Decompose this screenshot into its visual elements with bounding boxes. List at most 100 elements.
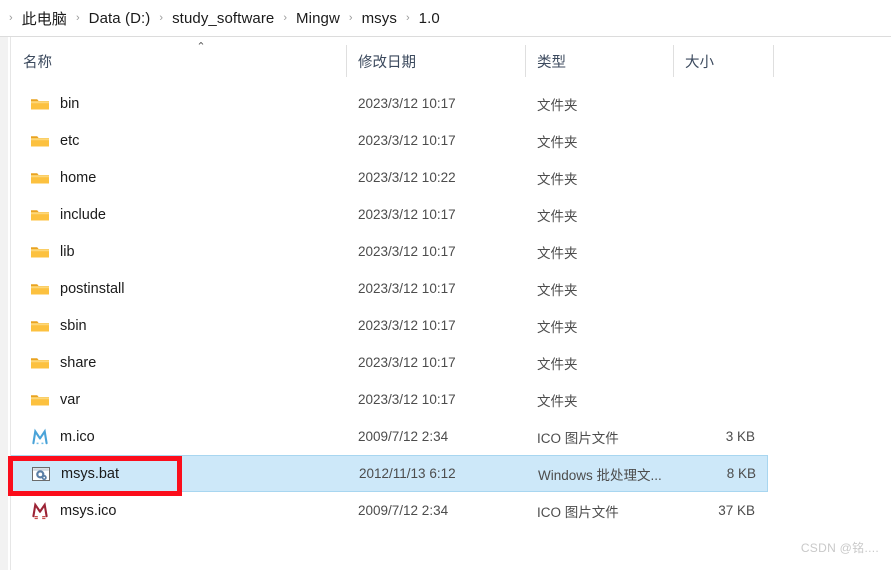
breadcrumb-separator[interactable]: ›	[69, 12, 87, 24]
bat-file-icon	[31, 464, 51, 484]
table-row[interactable]: msys.bat 2012/11/13 6:12 Windows 批处理文... 8 …	[11, 455, 768, 492]
cell-name[interactable]: etc	[11, 131, 346, 151]
breadcrumb-item-1[interactable]: Data (D:)	[87, 8, 153, 29]
folder-icon	[30, 205, 50, 225]
cell-type: 文件夹	[537, 134, 578, 150]
file-name-label: var	[60, 391, 81, 408]
breadcrumb-separator: ›	[9, 11, 13, 24]
table-row[interactable]: msys.ico 2009/7/12 2:34 ICO 图片文件 37 KB	[11, 492, 768, 529]
table-row[interactable]: var 2023/3/12 10:17 文件夹	[11, 381, 768, 418]
column-header-name[interactable]: 名称	[11, 37, 346, 85]
cell-date-modified: 2023/3/12 10:17	[358, 207, 456, 222]
column-header-type-label: 类型	[537, 54, 566, 71]
watermark: CSDN @铭....	[800, 541, 879, 555]
folder-icon	[30, 94, 50, 114]
file-list: bin 2023/3/12 10:17 文件夹 etc 2023/3/12 10:17 文…	[11, 85, 891, 529]
table-row[interactable]: sbin 2023/3/12 10:17 文件夹	[11, 307, 768, 344]
breadcrumb-item-4[interactable]: msys	[360, 8, 399, 29]
cell-name[interactable]: sbin	[11, 316, 346, 336]
cell-size: 37 KB	[718, 503, 755, 518]
column-divider-4[interactable]	[773, 45, 774, 77]
cell-type: 文件夹	[537, 171, 578, 187]
table-row[interactable]: postinstall 2023/3/12 10:17 文件夹	[11, 270, 768, 307]
cell-date-modified: 2009/7/12 2:34	[358, 503, 449, 518]
folder-icon	[30, 390, 50, 410]
cell-name[interactable]: msys.ico	[11, 501, 346, 521]
cell-name[interactable]: var	[11, 390, 346, 410]
file-name-label: include	[60, 206, 106, 223]
breadcrumb-item-5[interactable]: 1.0	[417, 8, 442, 29]
breadcrumb-separator[interactable]: ›	[152, 12, 170, 24]
cell-type: 文件夹	[537, 97, 578, 113]
breadcrumb-item-2[interactable]: study_software	[170, 8, 276, 29]
left-rail	[0, 37, 8, 570]
file-name-label: msys.ico	[60, 502, 117, 519]
table-row[interactable]: etc 2023/3/12 10:17 文件夹	[11, 122, 768, 159]
breadcrumb-item-3[interactable]: Mingw	[294, 8, 342, 29]
breadcrumb-item-0[interactable]: 此电脑	[20, 6, 69, 31]
file-name-label: msys.bat	[61, 465, 120, 482]
cell-type: 文件夹	[537, 319, 578, 335]
cell-type: 文件夹	[537, 356, 578, 372]
column-header-name-label: 名称	[23, 54, 52, 71]
cell-name[interactable]: msys.bat	[12, 464, 347, 484]
cell-size: 3 KB	[725, 429, 755, 444]
file-name-label: home	[60, 169, 97, 186]
cell-date-modified: 2023/3/12 10:17	[358, 355, 456, 370]
breadcrumb-separator[interactable]: ›	[399, 12, 417, 24]
cell-date-modified: 2023/3/12 10:17	[358, 244, 456, 259]
ico-blue-m-icon	[30, 427, 50, 447]
table-row[interactable]: lib 2023/3/12 10:17 文件夹	[11, 233, 768, 270]
cell-name[interactable]: postinstall	[11, 279, 346, 299]
column-header-size[interactable]: 大小	[673, 37, 773, 85]
table-row[interactable]: include 2023/3/12 10:17 文件夹	[11, 196, 768, 233]
cell-name[interactable]: share	[11, 353, 346, 373]
file-name-label: etc	[60, 132, 80, 149]
cell-name[interactable]: lib	[11, 242, 346, 262]
cell-type: 文件夹	[537, 282, 578, 298]
cell-type: ICO 图片文件	[537, 504, 619, 520]
cell-name[interactable]: include	[11, 205, 346, 225]
cell-type: ICO 图片文件	[537, 430, 619, 446]
cell-date-modified: 2023/3/12 10:17	[358, 392, 456, 407]
cell-date-modified: 2023/3/12 10:22	[358, 170, 456, 185]
file-name-label: lib	[60, 243, 75, 260]
file-name-label: share	[60, 354, 97, 371]
table-row[interactable]: m.ico 2009/7/12 2:34 ICO 图片文件 3 KB	[11, 418, 768, 455]
column-header-row: ⌃ 名称 修改日期 类型 大小	[11, 37, 891, 85]
cell-date-modified: 2023/3/12 10:17	[358, 318, 456, 333]
breadcrumb-separator[interactable]: ›	[276, 12, 294, 24]
column-header-size-label: 大小	[685, 54, 714, 71]
folder-icon	[30, 316, 50, 336]
table-row[interactable]: bin 2023/3/12 10:17 文件夹	[11, 85, 768, 122]
table-row[interactable]: home 2023/3/12 10:22 文件夹	[11, 159, 768, 196]
folder-icon	[30, 131, 50, 151]
cell-date-modified: 2012/11/13 6:12	[359, 466, 456, 481]
cell-name[interactable]: bin	[11, 94, 346, 114]
cell-date-modified: 2009/7/12 2:34	[358, 429, 449, 444]
file-name-label: postinstall	[60, 280, 125, 297]
folder-icon	[30, 242, 50, 262]
cell-date-modified: 2023/3/12 10:17	[358, 281, 456, 296]
file-name-label: m.ico	[60, 428, 95, 445]
column-header-date-modified-label: 修改日期	[358, 54, 416, 71]
cell-type: Windows 批处理文...	[538, 467, 662, 483]
file-list-panel: ⌃ 名称 修改日期 类型 大小 bin 2023/3/12 10:17 文件夹 etc…	[11, 37, 891, 570]
folder-icon	[30, 279, 50, 299]
cell-size: 8 KB	[726, 466, 756, 481]
cell-type: 文件夹	[537, 245, 578, 261]
column-header-type[interactable]: 类型	[525, 37, 673, 85]
cell-type: 文件夹	[537, 393, 578, 409]
table-row[interactable]: share 2023/3/12 10:17 文件夹	[11, 344, 768, 381]
breadcrumb[interactable]: › 此电脑 › Data (D:) › study_software › Mingw › msys…	[0, 0, 891, 36]
cell-name[interactable]: home	[11, 168, 346, 188]
breadcrumb-separator[interactable]: ›	[342, 12, 360, 24]
cell-date-modified: 2023/3/12 10:17	[358, 133, 456, 148]
file-name-label: bin	[60, 95, 80, 112]
cell-date-modified: 2023/3/12 10:17	[358, 96, 456, 111]
cell-name[interactable]: m.ico	[11, 427, 346, 447]
folder-icon	[30, 353, 50, 373]
column-header-date-modified[interactable]: 修改日期	[346, 37, 525, 85]
file-name-label: sbin	[60, 317, 87, 334]
cell-type: 文件夹	[537, 208, 578, 224]
